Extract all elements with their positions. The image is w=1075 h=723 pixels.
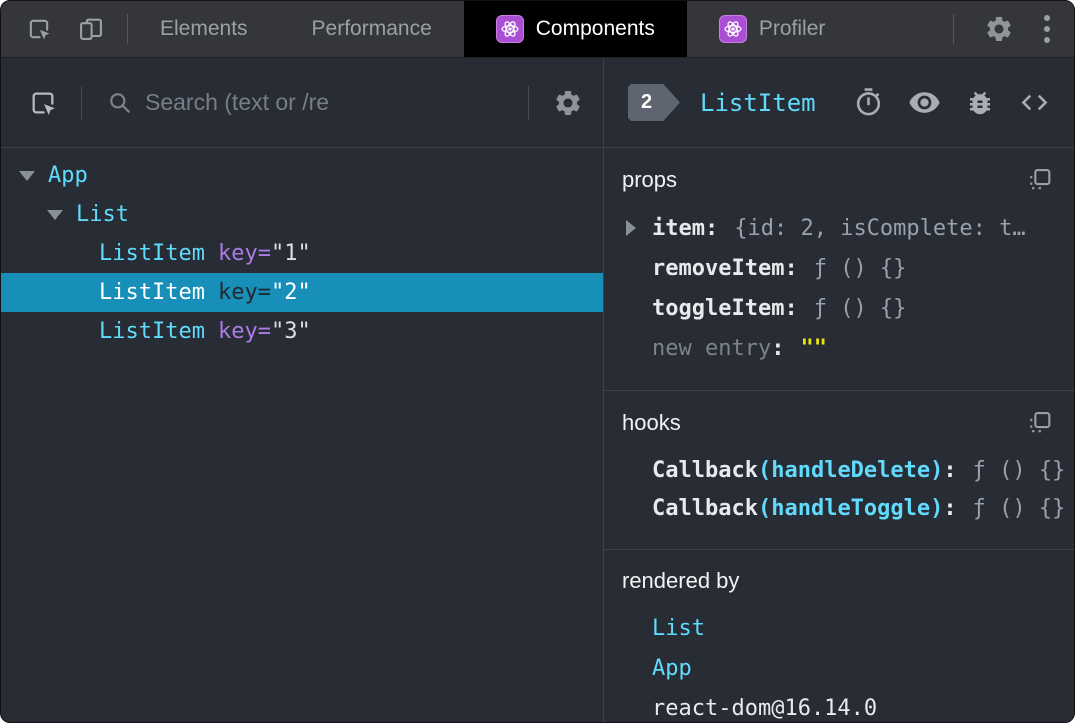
component-name: ListItem: [99, 241, 205, 266]
key-attr-value: "1": [270, 241, 311, 266]
colon: :: [943, 495, 957, 521]
component-name: App: [48, 163, 88, 188]
key-equals: =: [257, 280, 271, 305]
inspect-component-icon[interactable]: [27, 87, 59, 119]
hook-callback-name: (handleDelete): [757, 457, 944, 483]
prop-name: removeItem: [652, 255, 785, 281]
prop-row-removeitem[interactable]: removeItem: ƒ () {}: [622, 248, 1054, 288]
new-entry-value-input[interactable]: "": [800, 336, 827, 361]
hooks-section-title: hooks: [622, 410, 681, 435]
tree-item-app[interactable]: App: [1, 156, 603, 195]
tab-label: Elements: [160, 17, 248, 40]
hook-callback-name: (handleToggle): [757, 495, 944, 521]
hook-name: Callback: [652, 495, 758, 521]
expander-icon[interactable]: [19, 170, 35, 181]
props-section: props item: {id: 2, isComplete: t… remove…: [604, 148, 1074, 391]
tab-label: Profiler: [758, 17, 826, 40]
tab-label: Performance: [311, 17, 432, 40]
selected-component-header: 2 ListItem: [604, 58, 1074, 148]
components-tree-panel: App List ListItemkey="1" ListItemkey="2"…: [1, 58, 604, 722]
device-toolbar-icon[interactable]: [77, 15, 105, 43]
tab-components[interactable]: Components: [463, 1, 687, 57]
prop-row-item[interactable]: item: {id: 2, isComplete: t…: [622, 208, 1054, 248]
rendered-by-owner-app[interactable]: App: [622, 648, 1054, 688]
tree-toolbar: [1, 58, 603, 148]
prop-value: ƒ () {}: [813, 255, 907, 281]
props-section-title: props: [622, 167, 678, 192]
toolbar-divider: [528, 85, 529, 120]
hook-name: Callback: [652, 457, 758, 483]
hook-row-handletoggle[interactable]: Callback (handleToggle): ƒ () {}: [622, 489, 1065, 527]
expander-collapsed-icon[interactable]: [626, 220, 636, 236]
owner-link[interactable]: App: [652, 656, 692, 681]
inspect-element-icon[interactable]: [25, 15, 53, 43]
component-name: ListItem: [99, 319, 205, 344]
toolbar-divider: [953, 14, 954, 44]
hook-value: ƒ () {}: [972, 457, 1066, 483]
hooks-section: hooks Callback (handleDelete): ƒ () {} Cal…: [604, 391, 1074, 550]
log-to-console-bug-icon[interactable]: [965, 88, 995, 118]
suspend-stopwatch-icon[interactable]: [853, 87, 884, 118]
inspect-dom-eye-icon[interactable]: [908, 86, 941, 119]
tree-settings-gear-icon[interactable]: [553, 88, 583, 118]
hook-row-handledelete[interactable]: Callback (handleDelete): ƒ () {}: [622, 451, 1065, 489]
tab-profiler[interactable]: Profiler: [687, 1, 858, 57]
tree-item-list[interactable]: List: [1, 195, 603, 234]
tab-elements[interactable]: Elements: [128, 1, 280, 57]
key-attr-value: "2": [270, 280, 311, 305]
new-entry-name-input[interactable]: new entry: [652, 336, 771, 361]
prop-value: ƒ () {}: [813, 295, 907, 321]
react-dom-version: react-dom@16.14.0: [652, 695, 878, 721]
copy-hooks-icon[interactable]: [1026, 409, 1054, 437]
component-tree: App List ListItem key = "1" ListItem key = "2"…: [1, 148, 603, 351]
tree-item-listitem-2-selected[interactable]: ListItem key = "2": [1, 273, 603, 312]
search-icon: [106, 89, 133, 116]
tree-item-listitem-3[interactable]: ListItem key = "3": [1, 312, 603, 351]
expander-icon[interactable]: [47, 209, 63, 220]
settings-gear-icon[interactable]: [984, 14, 1014, 44]
devtools-window: Elements Performance Components Profiler…: [0, 0, 1075, 723]
search-input[interactable]: [143, 88, 518, 117]
selected-component-panel: 2 ListItem props item: {id: 2, isComple…: [604, 58, 1074, 722]
hook-value: ƒ () {}: [972, 495, 1066, 521]
tab-performance[interactable]: Performance: [280, 1, 464, 57]
key-equals: =: [257, 319, 271, 344]
key-equals: =: [257, 241, 271, 266]
view-source-code-icon[interactable]: [1019, 87, 1050, 118]
react-icon: [718, 15, 747, 43]
component-name: List: [76, 202, 129, 227]
prop-value: {id: 2, isComplete: t…: [734, 215, 1026, 241]
colon: :: [784, 295, 798, 321]
component-name: ListItem: [99, 280, 205, 305]
key-attr-name: key: [217, 241, 258, 266]
rendered-by-title: rendered by: [622, 568, 740, 593]
prop-row-toggleitem[interactable]: toggleItem: ƒ () {}: [622, 288, 1054, 328]
key-attr-name: key: [217, 280, 258, 305]
selected-component-name: ListItem: [700, 88, 816, 117]
rendered-by-owner-list[interactable]: List: [622, 608, 1054, 648]
colon: :: [704, 215, 719, 241]
toolbar-divider: [81, 85, 82, 120]
colon: :: [771, 335, 785, 361]
colon: :: [784, 255, 798, 281]
rendered-by-runtime: react-dom@16.14.0: [622, 688, 1054, 722]
prop-name: toggleItem: [652, 295, 785, 321]
devtools-toolbar: Elements Performance Components Profiler: [1, 1, 1074, 58]
kebab-menu-icon[interactable]: [1044, 15, 1050, 43]
copy-props-icon[interactable]: [1026, 166, 1054, 194]
owners-stack-badge[interactable]: 2: [628, 84, 680, 121]
prop-name: item: [652, 215, 705, 241]
key-attr-value: "3": [270, 319, 311, 344]
colon: :: [943, 457, 957, 483]
react-icon: [495, 15, 524, 43]
tree-item-listitem-1[interactable]: ListItem key = "1": [1, 234, 603, 273]
key-attr-name: key: [217, 319, 258, 344]
prop-row-new-entry[interactable]: new entry: "": [622, 328, 1054, 368]
rendered-by-section: rendered by List App react-dom@16.14.0: [604, 550, 1074, 722]
owner-link[interactable]: List: [652, 616, 705, 641]
devtools-tabs: Elements Performance Components Profiler: [128, 1, 857, 57]
tab-label: Components: [535, 17, 655, 40]
